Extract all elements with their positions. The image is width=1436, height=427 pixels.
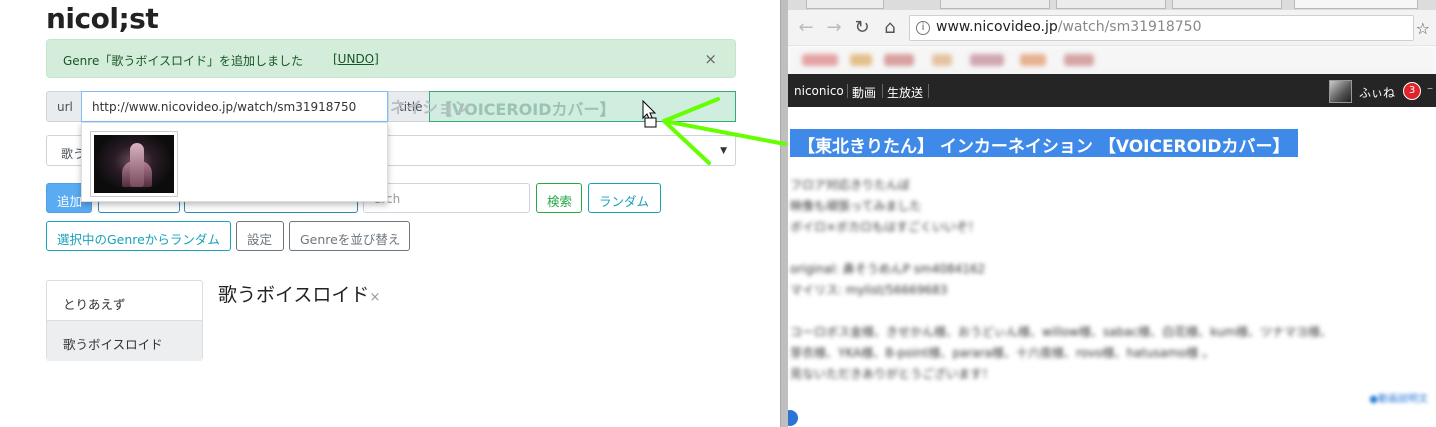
sort-genre-button[interactable]: Genreを並び替え — [289, 221, 410, 251]
browser-toolbar: ← → ↻ ⌂ i www.nicovideo.jp/watch/sm319187… — [788, 10, 1436, 46]
search-button[interactable]: 検索 — [536, 183, 582, 213]
genre-list: とりあえず 歌うボイスロイド — [46, 280, 203, 361]
divider — [928, 84, 929, 98]
chevron-down-icon: ▼ — [720, 146, 727, 156]
thumbnail-figure-head — [130, 143, 144, 187]
description-line: ボイロ×ボカロもはすごくいいぞ！ — [790, 220, 981, 234]
forward-icon[interactable]: → — [822, 17, 846, 38]
genre-random-button[interactable]: 選択中のGenreからランダム — [46, 221, 231, 251]
bookmark-star-icon[interactable]: ☆ — [1416, 19, 1430, 38]
blue-dot-icon — [788, 410, 798, 426]
description-line: マイリス: mylist/56669683 — [790, 283, 948, 297]
browser-window: ← → ↻ ⌂ i www.nicovideo.jp/watch/sm319187… — [788, 0, 1436, 427]
description-line — [790, 238, 1430, 259]
search-input[interactable]: arch — [363, 183, 530, 213]
close-icon[interactable]: × — [704, 50, 717, 68]
url-path: /watch/sm31918750 — [1057, 19, 1202, 35]
reload-icon[interactable]: ↻ — [850, 17, 874, 38]
browser-tab[interactable] — [1172, 0, 1282, 9]
notification-badge[interactable]: 3 — [1403, 82, 1421, 100]
settings-button[interactable]: 設定 — [236, 221, 284, 251]
description-line: 見ないただきありがとうございます！ — [790, 367, 995, 381]
title-label: title — [388, 91, 430, 122]
title-input-value: 【VOICEROIDカバー】 — [436, 100, 616, 119]
video-description: フロア対応きりたんぼ 映像も頑張ってみましたボイロ×ボカロもはすごくいいぞ！ ori… — [790, 175, 1430, 385]
bookmark-item[interactable] — [884, 54, 914, 66]
bookmark-item[interactable] — [932, 54, 952, 66]
nicolist-app: nicol;st Genre「歌うボイスロイド」を追加しました [UNDO] ×… — [0, 0, 780, 427]
browser-tab[interactable] — [940, 0, 1050, 9]
description-line: フロア対応きりたんぼ — [790, 178, 911, 192]
alert-message: Genre「歌うボイスロイド」を追加しました — [63, 54, 303, 68]
live-link[interactable]: 生放送 — [887, 84, 923, 101]
back-icon[interactable]: ← — [794, 17, 818, 38]
video-title-selected[interactable]: 【東北きりたん】 インカーネイション 【VOICEROIDカバー】 — [790, 129, 1298, 157]
url-label: url — [46, 91, 82, 122]
url-host: www.nicovideo.jp — [936, 19, 1058, 35]
video-thumbnail[interactable] — [90, 131, 178, 197]
video-link[interactable]: 動画 — [852, 84, 876, 101]
info-icon[interactable]: i — [916, 21, 930, 35]
url-input[interactable]: http://www.nicovideo.jp/watch/sm31918750 — [81, 91, 388, 122]
title-input[interactable]: 【VOICEROIDカバー】 — [429, 91, 736, 122]
browser-tab[interactable] — [806, 0, 884, 9]
niconico-header: niconico 動画 生放送 ふぃね 3 – — [788, 74, 1436, 107]
description-line: original: 鼻そうめんP sm4084162 — [790, 262, 986, 276]
user-name[interactable]: ふぃね — [1359, 84, 1395, 101]
genre-list-item[interactable]: とりあえず — [47, 281, 202, 321]
description-line: コーロボス金様、きせかん様、おうどぃん様、willow様、sabac様、白花様、… — [790, 325, 1333, 339]
bookmark-item[interactable] — [1064, 54, 1094, 66]
home-icon[interactable]: ⌂ — [878, 17, 902, 38]
address-bar[interactable]: i www.nicovideo.jp/watch/sm31918750 — [909, 15, 1414, 41]
window-divider[interactable] — [780, 0, 788, 427]
thumbnail-image — [94, 135, 174, 193]
more-icon[interactable]: – — [1427, 81, 1433, 95]
description-link[interactable]: ●動画説明文 — [1369, 390, 1428, 405]
random-button[interactable]: ランダム — [588, 183, 661, 213]
divider — [882, 84, 883, 98]
niconico-link[interactable]: niconico — [794, 84, 844, 98]
divider — [847, 84, 848, 98]
genre-heading-text: 歌うボイスロイド — [218, 284, 370, 306]
tab-strip — [788, 0, 1436, 10]
browser-tab[interactable] — [1056, 0, 1166, 9]
genre-heading: 歌うボイスロイド× — [218, 280, 380, 307]
browser-tab-active[interactable] — [1294, 0, 1418, 9]
app-title: nicol;st — [46, 2, 159, 35]
genre-list-item-active[interactable]: 歌うボイスロイド — [47, 321, 202, 361]
url-suggestion-dropdown — [81, 122, 388, 202]
bookmark-item[interactable] — [850, 54, 872, 66]
undo-link[interactable]: [UNDO] — [333, 52, 379, 66]
bookmark-item[interactable] — [970, 54, 1004, 66]
bookmark-item[interactable] — [1020, 54, 1046, 66]
description-line: 映像も頑張ってみました — [790, 199, 922, 213]
bookmark-item[interactable] — [802, 54, 838, 66]
bookmarks-bar — [788, 46, 1436, 74]
remove-genre-icon[interactable]: × — [369, 290, 380, 305]
description-line: 芽衣様、YKA様、B-point様、parara様、十六夜様、rovo様、hat… — [790, 346, 1215, 360]
description-line — [790, 301, 1430, 322]
success-alert: Genre「歌うボイスロイド」を追加しました [UNDO] × — [46, 39, 736, 78]
avatar[interactable] — [1329, 80, 1352, 103]
